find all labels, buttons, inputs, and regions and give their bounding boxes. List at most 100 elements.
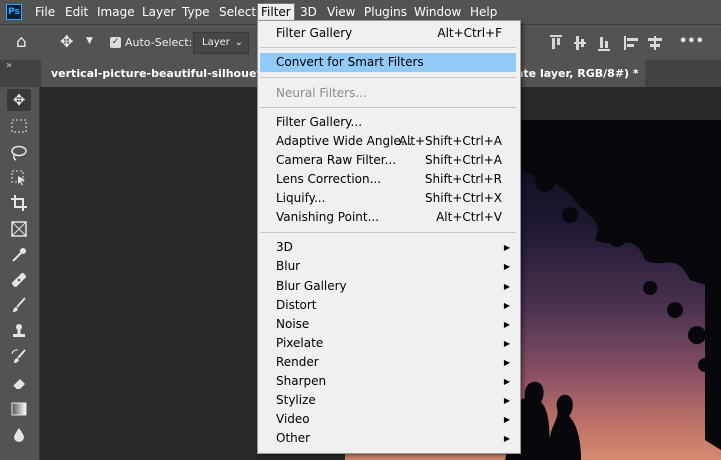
menu-item-blur[interactable]: Blur ▶: [260, 257, 516, 276]
lasso-tool[interactable]: [7, 142, 31, 164]
move-icon: ✥: [12, 91, 26, 109]
gradient-icon: [11, 402, 27, 416]
menu-item-3d[interactable]: 3D ▶: [260, 238, 516, 257]
gradient-tool[interactable]: [7, 398, 31, 420]
submenu-arrow-icon: ▶: [503, 415, 510, 424]
submenu-arrow-icon: ▶: [503, 301, 510, 310]
menu-filter[interactable]: Filter: [257, 3, 295, 21]
menu-item-label: Sharpen: [276, 374, 327, 388]
submenu-arrow-icon: ▶: [503, 396, 510, 405]
move-tool-preset-icon[interactable]: ✥: [60, 32, 73, 51]
marquee-icon: [11, 119, 27, 133]
menu-item-label: Stylize: [276, 393, 316, 407]
menu-item-sharpen[interactable]: Sharpen ▶: [260, 372, 516, 391]
menu-item-label: Filter Gallery...: [276, 115, 363, 129]
submenu-arrow-icon: ▶: [503, 282, 510, 291]
frame-tool[interactable]: [7, 218, 31, 240]
menu-item-liquify[interactable]: Liquify... Shift+Ctrl+X: [260, 189, 516, 208]
menu-item-render[interactable]: Render ▶: [260, 353, 516, 372]
object-select-tool[interactable]: [7, 167, 31, 189]
menu-edit[interactable]: Edit: [62, 4, 91, 20]
healing-tool[interactable]: [7, 269, 31, 291]
menu-item-label: Pixelate: [276, 336, 324, 350]
menu-3d[interactable]: 3D: [297, 4, 320, 20]
menu-separator: [260, 107, 516, 108]
menu-item-adaptive-wide-angle[interactable]: Adaptive Wide Angle... Alt+Shift+Ctrl+A: [260, 132, 516, 151]
submenu-arrow-icon: ▶: [503, 339, 510, 348]
menu-item-video[interactable]: Video ▶: [260, 410, 516, 429]
menu-item-lens-correction[interactable]: Lens Correction... Shift+Ctrl+R: [260, 170, 516, 189]
menu-item-shortcut: Alt+Ctrl+V: [436, 210, 502, 224]
eraser-tool[interactable]: [7, 372, 31, 394]
brush-icon: [13, 297, 26, 312]
menu-item-label: Render: [276, 355, 319, 369]
move-tool[interactable]: ✥: [7, 89, 31, 111]
menu-file[interactable]: File: [32, 4, 58, 20]
menu-item-label: Noise: [276, 317, 310, 331]
lasso-icon: [11, 145, 27, 161]
menu-item-label: Liquify...: [276, 191, 326, 205]
home-icon[interactable]: ⌂: [16, 32, 27, 52]
blur-tool[interactable]: [7, 424, 31, 446]
menu-plugins[interactable]: Plugins: [361, 4, 410, 20]
menu-item-stylize[interactable]: Stylize ▶: [260, 391, 516, 410]
water-drop-icon: [14, 428, 24, 442]
more-options-icon[interactable]: •••: [679, 34, 704, 49]
chevron-down-icon: ⌄: [234, 37, 243, 48]
menu-separator: [260, 232, 516, 233]
menu-item-label: Distort: [276, 298, 317, 312]
menu-item-label: Other: [276, 431, 311, 445]
brush-tool[interactable]: [7, 294, 31, 316]
submenu-arrow-icon: ▶: [503, 320, 510, 329]
menu-item-vanishing-point[interactable]: Vanishing Point... Alt+Ctrl+V: [260, 208, 516, 227]
menu-item-label: Blur Gallery: [276, 279, 347, 293]
menu-item-filter-gallery[interactable]: Filter Gallery...: [260, 113, 516, 132]
menu-item-filter-gallery-last[interactable]: Filter Gallery Alt+Ctrl+F: [260, 24, 516, 43]
menu-select[interactable]: Select: [216, 4, 259, 20]
menu-help[interactable]: Help: [467, 4, 500, 20]
menu-item-camera-raw-filter[interactable]: Camera Raw Filter... Shift+Ctrl+A: [260, 151, 516, 170]
align-left-edges-icon: [624, 36, 626, 50]
align-top-edges-icon: [550, 35, 562, 37]
menu-separator: [260, 77, 516, 78]
marquee-tool[interactable]: [7, 115, 31, 137]
menu-item-label: Neural Filters...: [276, 86, 367, 100]
photoshop-logo[interactable]: Ps: [6, 4, 22, 20]
menu-item-label: Adaptive Wide Angle...: [276, 134, 413, 148]
menu-item-shortcut: Shift+Ctrl+X: [425, 191, 502, 205]
menu-item-other[interactable]: Other ▶: [260, 429, 516, 448]
frame-icon: [11, 221, 27, 237]
submenu-arrow-icon: ▶: [503, 262, 510, 271]
menu-layer[interactable]: Layer: [139, 4, 178, 20]
submenu-arrow-icon: ▶: [503, 358, 510, 367]
eraser-icon: [12, 379, 25, 390]
auto-select-target-dropdown[interactable]: Layer ⌄: [193, 32, 249, 54]
document-tab-title-suffix: ate layer, RGB/8#) *: [516, 67, 639, 80]
bandage-icon: [12, 273, 26, 287]
menu-window[interactable]: Window: [411, 4, 464, 20]
menu-item-shortcut: Shift+Ctrl+A: [425, 153, 502, 167]
chevron-down-icon[interactable]: ▼: [86, 36, 93, 46]
menu-item-label: Lens Correction...: [276, 172, 382, 186]
stamp-tool[interactable]: [7, 320, 31, 342]
menu-item-shortcut: Alt+Ctrl+F: [437, 26, 502, 40]
menu-view[interactable]: View: [324, 4, 358, 20]
auto-select-label: Auto-Select:: [125, 36, 193, 49]
menu-type[interactable]: Type: [179, 4, 213, 20]
menu-item-convert-for-smart-filters[interactable]: Convert for Smart Filters: [260, 53, 516, 72]
menu-item-blur-gallery[interactable]: Blur Gallery ▶: [260, 277, 516, 296]
menu-image[interactable]: Image: [94, 4, 138, 20]
crop-icon: [11, 195, 27, 211]
menu-item-pixelate[interactable]: Pixelate ▶: [260, 334, 516, 353]
align-icons-group: [550, 35, 662, 51]
submenu-arrow-icon: ▶: [503, 434, 510, 443]
menu-item-distort[interactable]: Distort ▶: [260, 296, 516, 315]
eyedropper-tool[interactable]: [7, 244, 31, 266]
auto-select-checkbox[interactable]: ✓: [110, 37, 121, 48]
menu-item-noise[interactable]: Noise ▶: [260, 315, 516, 334]
crop-tool[interactable]: [7, 192, 31, 214]
collapse-panels-icon[interactable]: »: [6, 60, 12, 71]
menu-item-label: 3D: [276, 240, 293, 254]
eyedropper-icon: [12, 248, 26, 262]
history-brush-tool[interactable]: [7, 346, 31, 368]
